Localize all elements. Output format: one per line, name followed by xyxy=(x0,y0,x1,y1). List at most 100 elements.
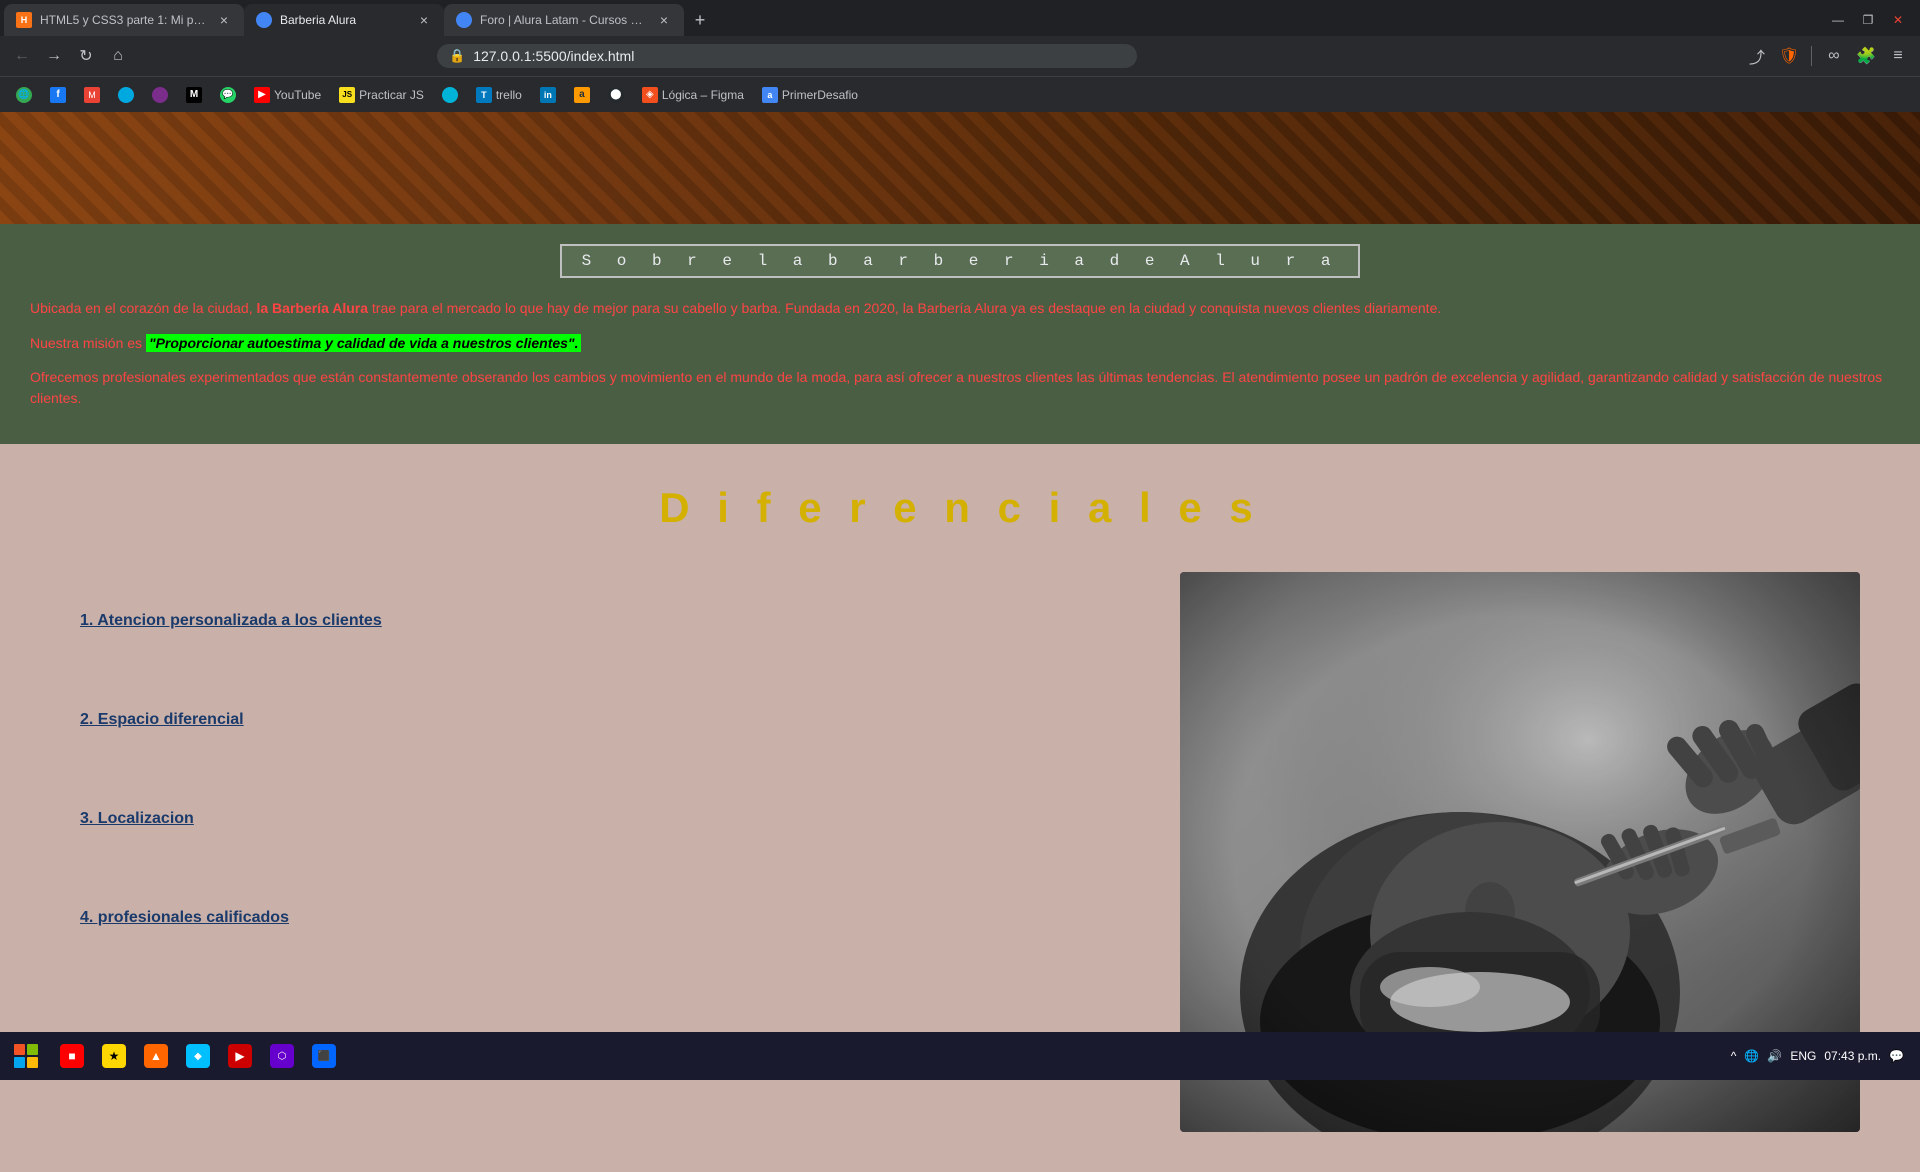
bookmark-figma[interactable]: ◈ Lógica – Figma xyxy=(634,83,752,107)
tab3-favicon xyxy=(456,12,472,28)
bookmark-icon-wa: 💬 xyxy=(220,87,236,103)
tab1-title: HTML5 y CSS3 parte 1: Mi primera pá... xyxy=(40,13,208,27)
tab-3[interactable]: Foro | Alura Latam - Cursos online de...… xyxy=(444,4,684,36)
bookmark-5[interactable] xyxy=(434,83,466,107)
bookmark-trello[interactable]: T trello xyxy=(468,83,530,107)
maximize-button[interactable]: ❐ xyxy=(1854,6,1882,34)
image-pattern xyxy=(0,112,1920,224)
close-window-button[interactable]: ✕ xyxy=(1884,6,1912,34)
minimize-button[interactable]: — xyxy=(1824,6,1852,34)
taskbar-icon-7: ⬛ xyxy=(312,1044,336,1068)
bookmark-gmail[interactable]: M xyxy=(76,83,108,107)
mission-label: Nuestra misión es xyxy=(30,335,146,351)
taskbar-item-4[interactable]: ◆ xyxy=(178,1036,218,1076)
bookmark-icon-js: JS xyxy=(339,87,355,103)
address-actions: ⤴ 🛡 ∞ 🧩 ≡ xyxy=(1743,42,1912,70)
taskbar-icon-1: ■ xyxy=(60,1044,84,1068)
taskbar-item-5[interactable]: ▶ xyxy=(220,1036,260,1076)
bookmark-icon-5 xyxy=(442,87,458,103)
tab2-favicon xyxy=(256,12,272,28)
taskbar-expand[interactable]: ^ xyxy=(1731,1049,1737,1063)
browser-chrome: H HTML5 y CSS3 parte 1: Mi primera pá...… xyxy=(0,0,1920,112)
share-button[interactable]: ⤴ xyxy=(1743,42,1771,70)
bookmark-icon-gmail: M xyxy=(84,87,100,103)
taskbar-icon-5: ▶ xyxy=(228,1044,252,1068)
windows-logo xyxy=(14,1044,38,1068)
refresh-button[interactable]: ↻ xyxy=(72,42,100,70)
url-text: 127.0.0.1:5500/index.html xyxy=(473,48,634,64)
bookmark-youtube[interactable]: ▶ YouTube xyxy=(246,83,329,107)
separator xyxy=(1811,46,1812,66)
bookmark-icon-li: in xyxy=(540,87,556,103)
tab-2[interactable]: Barberia Alura × xyxy=(244,4,444,36)
bookmark-linkedin[interactable]: in xyxy=(532,83,564,107)
bookmark-4[interactable] xyxy=(144,83,176,107)
new-tab-button[interactable]: + xyxy=(684,4,716,36)
bookmark-3[interactable] xyxy=(110,83,142,107)
extensions-puzzle[interactable]: 🧩 xyxy=(1852,42,1880,70)
bookmark-whatsapp[interactable]: 💬 xyxy=(212,83,244,107)
taskbar-notification[interactable]: 💬 xyxy=(1889,1049,1904,1063)
hero-image xyxy=(0,112,1920,224)
taskbar-pinned-items: ■ ★ ▲ ◆ ▶ ⬡ ⬛ xyxy=(48,1036,1719,1076)
diferencial-item-4: 4. profesionales calificados xyxy=(60,869,1120,968)
bookmark-medium[interactable]: M xyxy=(178,83,210,107)
taskbar-item-7[interactable]: ⬛ xyxy=(304,1036,344,1076)
tab3-close[interactable]: × xyxy=(656,12,672,28)
taskbar-clock[interactable]: 07:43 p.m. xyxy=(1824,1049,1881,1063)
about-title-box: S o b r e l a b a r b e r i a d e A l u … xyxy=(560,244,1361,278)
taskbar-icon-2: ★ xyxy=(102,1044,126,1068)
brave-menu[interactable]: ≡ xyxy=(1884,42,1912,70)
about-title: S o b r e l a b a r b e r i a d e A l u … xyxy=(582,252,1339,270)
bookmark-label-youtube: YouTube xyxy=(274,88,321,102)
tab1-close[interactable]: × xyxy=(216,12,232,28)
taskbar-icon-6: ⬡ xyxy=(270,1044,294,1068)
brave-shield[interactable]: 🛡 xyxy=(1775,42,1803,70)
tab2-title: Barberia Alura xyxy=(280,13,408,27)
tab2-close[interactable]: × xyxy=(416,12,432,28)
bookmark-facebook[interactable]: f xyxy=(42,83,74,107)
forward-button[interactable]: → xyxy=(40,42,68,70)
taskbar-time: 07:43 p.m. xyxy=(1824,1049,1881,1063)
bookmarks-bar: 🌐 f M M 💬 ▶ YouTube JS Practicar JS xyxy=(0,76,1920,112)
page-content: S o b r e l a b a r b e r i a d e A l u … xyxy=(0,0,1920,1172)
bookmark-js[interactable]: JS Practicar JS xyxy=(331,83,432,107)
tab-1[interactable]: H HTML5 y CSS3 parte 1: Mi primera pá...… xyxy=(4,4,244,36)
bookmark-amazon[interactable]: a xyxy=(566,83,598,107)
taskbar-item-1[interactable]: ■ xyxy=(52,1036,92,1076)
diferencial-item-1: 1. Atencion personalizada a los clientes xyxy=(60,572,1120,671)
taskbar-item-6[interactable]: ⬡ xyxy=(262,1036,302,1076)
bookmark-label-figma: Lógica – Figma xyxy=(662,88,744,102)
start-button[interactable] xyxy=(4,1034,48,1078)
mission-highlight: "Proporcionar autoestima y calidad de vi… xyxy=(146,334,582,352)
taskbar-icon-3: ▲ xyxy=(144,1044,168,1068)
bookmark-icon-1: 🌐 xyxy=(16,87,32,103)
bookmark-alura[interactable]: a PrimerDesafio xyxy=(754,83,866,107)
about-mission: Nuestra misión es "Proporcionar autoesti… xyxy=(30,335,1890,351)
taskbar-item-2[interactable]: ★ xyxy=(94,1036,134,1076)
diferencial-link-3[interactable]: 3. Localizacion xyxy=(80,810,194,827)
diferenciales-title: D i f e r e n c i a l e s xyxy=(60,484,1860,532)
taskbar-volume[interactable]: 🔊 xyxy=(1767,1049,1782,1063)
diferencial-item-2: 2. Espacio diferencial xyxy=(60,671,1120,770)
diferencial-link-1[interactable]: 1. Atencion personalizada a los clientes xyxy=(80,612,382,629)
about-section: S o b r e l a b a r b e r i a d e A l u … xyxy=(0,224,1920,444)
taskbar-tray: ^ 🌐 🔊 ENG 07:43 p.m. 💬 xyxy=(1719,1049,1916,1063)
bookmark-site1[interactable]: 🌐 xyxy=(8,83,40,107)
bookmark-icon-3 xyxy=(118,87,134,103)
about-text-rest: trae para el mercado lo que hay de mejor… xyxy=(368,300,1441,316)
diferencial-link-4[interactable]: 4. profesionales calificados xyxy=(80,909,289,926)
bookmark-github[interactable]: ⬤ xyxy=(600,83,632,107)
bookmark-icon-yt: ▶ xyxy=(254,87,270,103)
taskbar-language: ENG xyxy=(1790,1049,1816,1063)
home-button[interactable]: ⌂ xyxy=(104,42,132,70)
taskbar-item-3[interactable]: ▲ xyxy=(136,1036,176,1076)
extensions-button[interactable]: ∞ xyxy=(1820,42,1848,70)
taskbar-network[interactable]: 🌐 xyxy=(1744,1049,1759,1063)
about-text-1: Ubicada en el corazón de la ciudad, la B… xyxy=(30,298,1890,319)
taskbar: ■ ★ ▲ ◆ ▶ ⬡ ⬛ ^ 🌐 🔊 ENG 07:43 p.m. 💬 xyxy=(0,1032,1920,1080)
url-bar[interactable]: 🔒 127.0.0.1:5500/index.html xyxy=(437,44,1137,68)
back-button[interactable]: ← xyxy=(8,42,36,70)
diferencial-link-2[interactable]: 2. Espacio diferencial xyxy=(80,711,244,728)
bookmark-icon-amz: a xyxy=(574,87,590,103)
